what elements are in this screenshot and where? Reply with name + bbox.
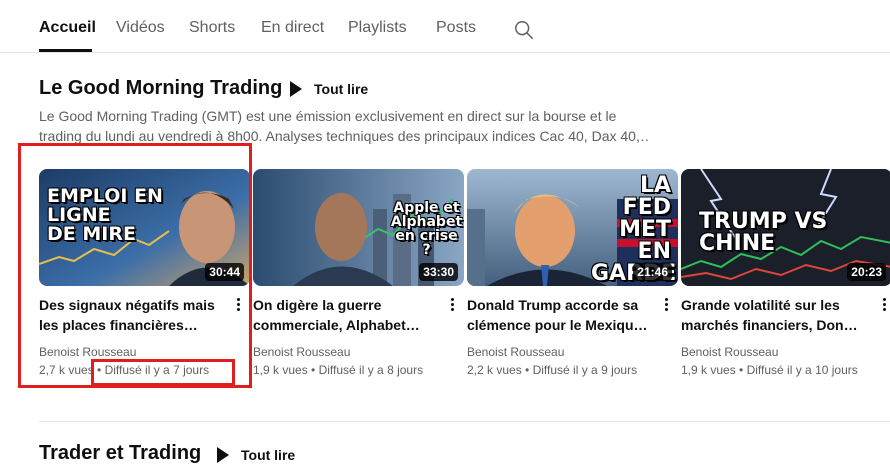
section-title[interactable]: Le Good Morning Trading [39, 77, 282, 100]
more-options-icon[interactable] [446, 296, 458, 314]
video-title[interactable]: On digère la guerre commerciale, Alphabet… [253, 295, 435, 335]
video-meta: 1,9 k vues • Diffusé il y a 8 jours [253, 363, 424, 377]
duration-badge: 33:30 [419, 263, 458, 281]
tab-accueil[interactable]: Accueil [39, 19, 96, 37]
video-title[interactable]: Donald Trump accorde sa clémence pour le … [467, 295, 649, 335]
video-thumbnail[interactable]: TRUMP VS CHINE 20:23 [681, 169, 890, 286]
play-icon [290, 81, 302, 97]
tab-videos[interactable]: Vidéos [116, 19, 165, 37]
video-card: TRUMP VS CHINE 20:23 Grande volatilité s… [681, 169, 890, 377]
video-thumbnail[interactable]: EMPLOI EN LIGNE DE MIRE 30:44 [39, 169, 250, 286]
more-options-icon[interactable] [660, 296, 672, 314]
section-divider [39, 421, 890, 422]
play-icon [217, 447, 229, 463]
channel-name[interactable]: Benoist Rousseau [253, 345, 350, 359]
play-all-label: Tout lire [241, 447, 296, 463]
play-all-button[interactable]: Tout lire [290, 78, 368, 100]
tab-shorts[interactable]: Shorts [189, 19, 235, 37]
video-title[interactable]: Des signaux négatifs mais les places fina… [39, 295, 221, 335]
channel-name[interactable]: Benoist Rousseau [39, 345, 136, 359]
more-options-icon[interactable] [232, 296, 244, 314]
thumbnail-caption: EMPLOI EN LIGNE DE MIRE [47, 185, 163, 245]
duration-badge: 20:23 [847, 263, 886, 281]
tab-posts[interactable]: Posts [436, 19, 476, 37]
channel-name[interactable]: Benoist Rousseau [681, 345, 778, 359]
video-thumbnail[interactable]: Apple et Alphabet en crise ? 33:30 [253, 169, 464, 286]
section-title[interactable]: Trader et Trading [39, 442, 201, 465]
video-card: LA FEDMETENGARDE 21:46 Donald Trump acco… [467, 169, 678, 377]
tab-en-direct[interactable]: En direct [261, 19, 324, 37]
video-meta: 2,7 k vues • Diffusé il y a 7 jours [39, 363, 210, 377]
thumbnail-caption: TRUMP VS CHINE [699, 209, 828, 256]
thumbnail-caption: Apple et Alphabet en crise ? [390, 200, 463, 258]
video-thumbnail[interactable]: LA FEDMETENGARDE 21:46 [467, 169, 678, 286]
channel-name[interactable]: Benoist Rousseau [467, 345, 564, 359]
section-description: Le Good Morning Trading (GMT) est une ém… [39, 106, 649, 146]
play-all-button[interactable]: Tout lire [217, 444, 295, 466]
video-meta: 1,9 k vues • Diffusé il y a 10 jours [681, 363, 858, 377]
description-line: Le Good Morning Trading (GMT) est une ém… [39, 108, 617, 124]
search-icon[interactable] [513, 19, 535, 41]
tab-playlists[interactable]: Playlists [348, 19, 407, 37]
duration-badge: 21:46 [633, 263, 672, 281]
video-card: Apple et Alphabet en crise ? 33:30 On digè… [253, 169, 464, 377]
video-title[interactable]: Grande volatilité sur les marchés financi… [681, 295, 863, 335]
channel-tabs: Accueil Vidéos Shorts En direct Playlist… [0, 0, 890, 53]
video-card: EMPLOI EN LIGNE DE MIRE 30:44 Des signaux … [39, 169, 250, 377]
duration-badge: 30:44 [205, 263, 244, 281]
more-options-icon[interactable] [878, 296, 890, 314]
play-all-label: Tout lire [314, 81, 369, 97]
description-line: trading du lundi au vendredi à 8h00. Ana… [39, 128, 649, 144]
active-tab-indicator [39, 49, 92, 52]
video-meta: 2,2 k vues • Diffusé il y a 9 jours [467, 363, 638, 377]
